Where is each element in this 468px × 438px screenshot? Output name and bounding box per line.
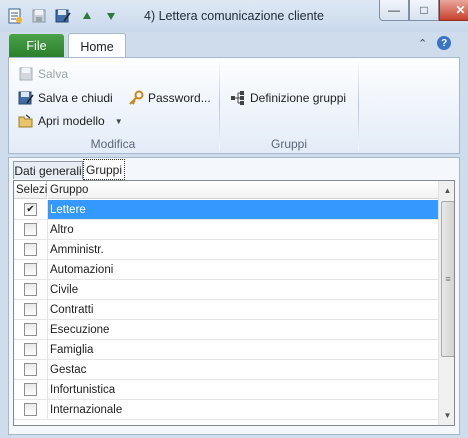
minimize-button[interactable]: —: [379, 0, 409, 21]
scroll-down-icon[interactable]: ▼: [439, 407, 454, 424]
group-name-cell: Altro: [50, 223, 74, 236]
table-row[interactable]: Civile: [14, 280, 438, 300]
tab-file[interactable]: File: [9, 34, 64, 57]
salva-chiudi-button[interactable]: Salva e chiudi: [18, 90, 113, 106]
table-row[interactable]: Amministr.: [14, 240, 438, 260]
select-cell: [14, 400, 48, 419]
row-checkbox[interactable]: [24, 363, 37, 376]
group-name-cell: Contratti: [50, 303, 94, 316]
row-checkbox[interactable]: [24, 263, 37, 276]
window-controls: — □ ✕: [379, 0, 468, 21]
grip-icon: ≡: [445, 274, 451, 284]
apri-modello-button[interactable]: Apri modello ▼: [18, 113, 123, 129]
table-row[interactable]: Infortunistica: [14, 380, 438, 400]
save-icon[interactable]: [30, 7, 48, 25]
select-cell: [14, 240, 48, 259]
close-button[interactable]: ✕: [439, 0, 468, 21]
quick-access-toolbar: [6, 7, 120, 25]
maximize-button[interactable]: □: [409, 0, 439, 21]
group-name-cell: Famiglia: [50, 343, 94, 356]
group-name-cell: Civile: [50, 283, 79, 296]
group-name-cell: Lettere: [48, 200, 438, 219]
table-row[interactable]: Internazionale: [14, 400, 438, 420]
table-row[interactable]: Famiglia: [14, 340, 438, 360]
row-checkbox[interactable]: [24, 403, 37, 416]
help-icon[interactable]: ?: [437, 36, 452, 50]
salva-button[interactable]: Salva: [18, 66, 68, 82]
definizione-gruppi-button[interactable]: Definizione gruppi: [230, 90, 346, 106]
select-cell: [14, 280, 48, 299]
salva-chiudi-label: Salva e chiudi: [38, 91, 113, 105]
group-label-modifica: Modifica: [90, 137, 136, 151]
select-cell: [14, 260, 48, 279]
up-arrow-icon[interactable]: [78, 7, 96, 25]
key-icon: [128, 90, 144, 106]
open-folder-icon: [18, 113, 34, 129]
password-label: Password...: [148, 91, 211, 105]
row-checkbox[interactable]: [24, 243, 37, 256]
salva-label: Salva: [38, 67, 69, 81]
save-close-icon[interactable]: [54, 7, 72, 25]
select-cell: [14, 360, 48, 379]
tab-home[interactable]: Home: [68, 33, 126, 59]
select-cell: [14, 220, 48, 239]
group-name-cell: Amministr.: [50, 243, 104, 256]
row-checkbox[interactable]: [24, 303, 37, 316]
group-name-cell: Gestac: [50, 363, 87, 376]
ribbon-right-controls: ⌃ ?: [418, 36, 452, 50]
tab-gruppi[interactable]: Gruppi: [83, 159, 125, 180]
row-checkbox[interactable]: ✔: [24, 203, 37, 216]
row-checkbox[interactable]: [24, 283, 37, 296]
group-name-cell: Esecuzione: [50, 323, 110, 336]
app-icon[interactable]: [6, 7, 24, 25]
select-cell: [14, 380, 48, 399]
table-row[interactable]: Gestac: [14, 360, 438, 380]
groups-grid: Selezi Gruppo ✔ Lettere Altro Amministr. Aut…: [13, 180, 455, 426]
definizione-gruppi-label: Definizione gruppi: [250, 91, 347, 105]
select-cell: ✔: [14, 200, 48, 219]
group-name-cell: Internazionale: [50, 403, 123, 416]
scroll-up-icon[interactable]: ▲: [439, 182, 454, 199]
column-header-group[interactable]: Gruppo: [48, 181, 438, 199]
table-row[interactable]: ✔ Lettere: [14, 200, 438, 220]
password-button[interactable]: Password...: [128, 90, 211, 106]
table-row[interactable]: Contratti: [14, 300, 438, 320]
save-icon: [18, 66, 34, 82]
select-cell: [14, 300, 48, 319]
table-row[interactable]: Esecuzione: [14, 320, 438, 340]
group-label-gruppi: Gruppi: [270, 137, 308, 151]
save-close-icon: [18, 90, 34, 106]
group-divider: [358, 62, 359, 150]
apri-modello-label: Apri modello: [38, 114, 105, 128]
dropdown-arrow-icon: ▼: [114, 116, 123, 126]
table-row[interactable]: Automazioni: [14, 260, 438, 280]
table-row[interactable]: Altro: [14, 220, 438, 240]
group-name-cell: Automazioni: [50, 263, 114, 276]
tab-dati-generali[interactable]: Dati generali: [13, 161, 83, 179]
row-checkbox[interactable]: [24, 343, 37, 356]
ribbon-minimize-icon[interactable]: ⌃: [418, 37, 427, 50]
row-checkbox[interactable]: [24, 383, 37, 396]
vertical-scrollbar[interactable]: ▲ ≡ ▼: [438, 181, 454, 425]
group-name-cell: Infortunistica: [50, 383, 116, 396]
down-arrow-icon[interactable]: [102, 7, 120, 25]
select-cell: [14, 340, 48, 359]
row-checkbox[interactable]: [24, 223, 37, 236]
row-checkbox[interactable]: [24, 323, 37, 336]
scroll-thumb[interactable]: ≡: [441, 201, 454, 357]
select-cell: [14, 320, 48, 339]
column-header-select[interactable]: Selezi: [14, 181, 47, 199]
hierarchy-icon: [230, 90, 246, 106]
